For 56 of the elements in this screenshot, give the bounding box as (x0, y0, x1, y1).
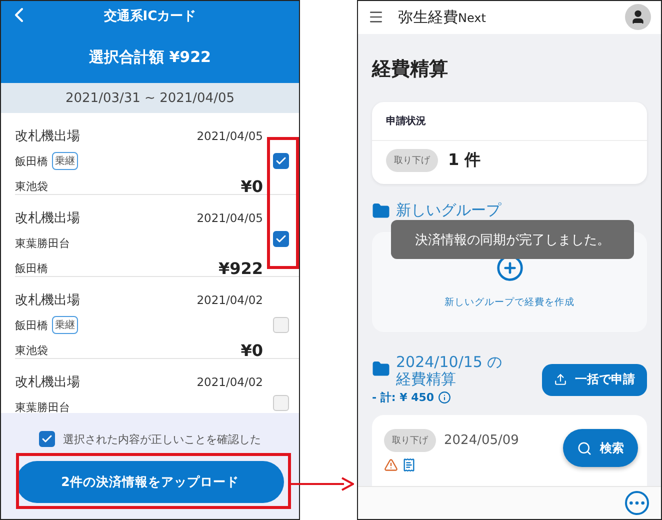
checkbox[interactable] (273, 231, 289, 247)
search-icon (577, 440, 592, 456)
fare-amount: ¥0 (240, 176, 263, 196)
transfer-tag: 乗継 (52, 316, 78, 334)
upload-button[interactable]: 2件の決済情報をアップロード (16, 461, 284, 503)
app-title: 弥生経費Next (398, 8, 487, 27)
transaction-type: 改札機出場 (15, 210, 80, 227)
group-total: - 計: ¥ 450 (372, 390, 434, 406)
fare-amount: ¥0 (240, 340, 263, 360)
card-title: 申請状況 (372, 102, 647, 141)
info-icon[interactable] (438, 391, 452, 404)
station-name: 東池袋 (15, 342, 48, 358)
folder-icon (372, 360, 390, 378)
station-name: 東池袋 (15, 178, 48, 194)
page-title: 経費精算 (372, 56, 449, 82)
check-icon (275, 233, 287, 245)
avatar-icon[interactable] (625, 4, 651, 30)
check-icon (41, 433, 53, 445)
screen-title: 交通系ICカード (104, 8, 196, 25)
confirm-checkbox[interactable] (39, 431, 55, 447)
more-icon[interactable] (625, 491, 649, 516)
transaction-type: 改札機出場 (15, 292, 80, 309)
transaction-date: 2021/04/02 (196, 293, 263, 307)
status-chip: 取り下げ (384, 429, 436, 452)
station-name: 飯田橋 (15, 318, 48, 332)
arrow (290, 477, 354, 491)
warning-icon (384, 458, 398, 472)
transfer-tag: 乗継 (52, 152, 78, 170)
status-count: 1 件 (448, 150, 481, 171)
transaction-type: 改札機出場 (15, 128, 80, 145)
upload-icon (554, 373, 567, 386)
create-group-label: 新しいグループで経費を作成 (444, 296, 574, 310)
fare-amount: ¥922 (218, 258, 263, 278)
transaction-date: 2021/04/05 (196, 211, 263, 225)
menu-icon[interactable] (368, 9, 384, 26)
checkbox[interactable] (273, 153, 289, 169)
station-name: 東葉勝田台 (15, 400, 70, 414)
date-range: 2021/03/31 ~ 2021/04/05 (1, 83, 299, 113)
selected-total: 選択合計額 ¥922 (88, 46, 212, 68)
station-name: 東葉勝田台 (15, 236, 70, 250)
transaction-type: 改札機出場 (15, 374, 80, 391)
folder-icon (372, 202, 390, 220)
group-title[interactable]: 2024/10/15 の経費精算 (396, 354, 516, 388)
check-icon (275, 155, 287, 167)
status-chip: 取り下げ (386, 148, 438, 172)
group-title[interactable]: 新しいグループ (396, 202, 501, 220)
expense-date: 2024/05/09 (444, 433, 519, 448)
station-name: 飯田橋 (15, 260, 48, 276)
confirm-label: 選択された内容が正しいことを確認した (63, 432, 261, 446)
station-name: 飯田橋 (15, 154, 48, 168)
transaction-date: 2021/04/02 (196, 375, 263, 389)
transaction-date: 2021/04/05 (196, 129, 263, 143)
search-button[interactable]: 検索 (563, 429, 638, 467)
receipt-icon (402, 458, 416, 472)
sync-toast: 決済情報の同期が完了しました。 (391, 220, 634, 259)
bulk-submit-button[interactable]: 一括で申請 (542, 364, 647, 396)
